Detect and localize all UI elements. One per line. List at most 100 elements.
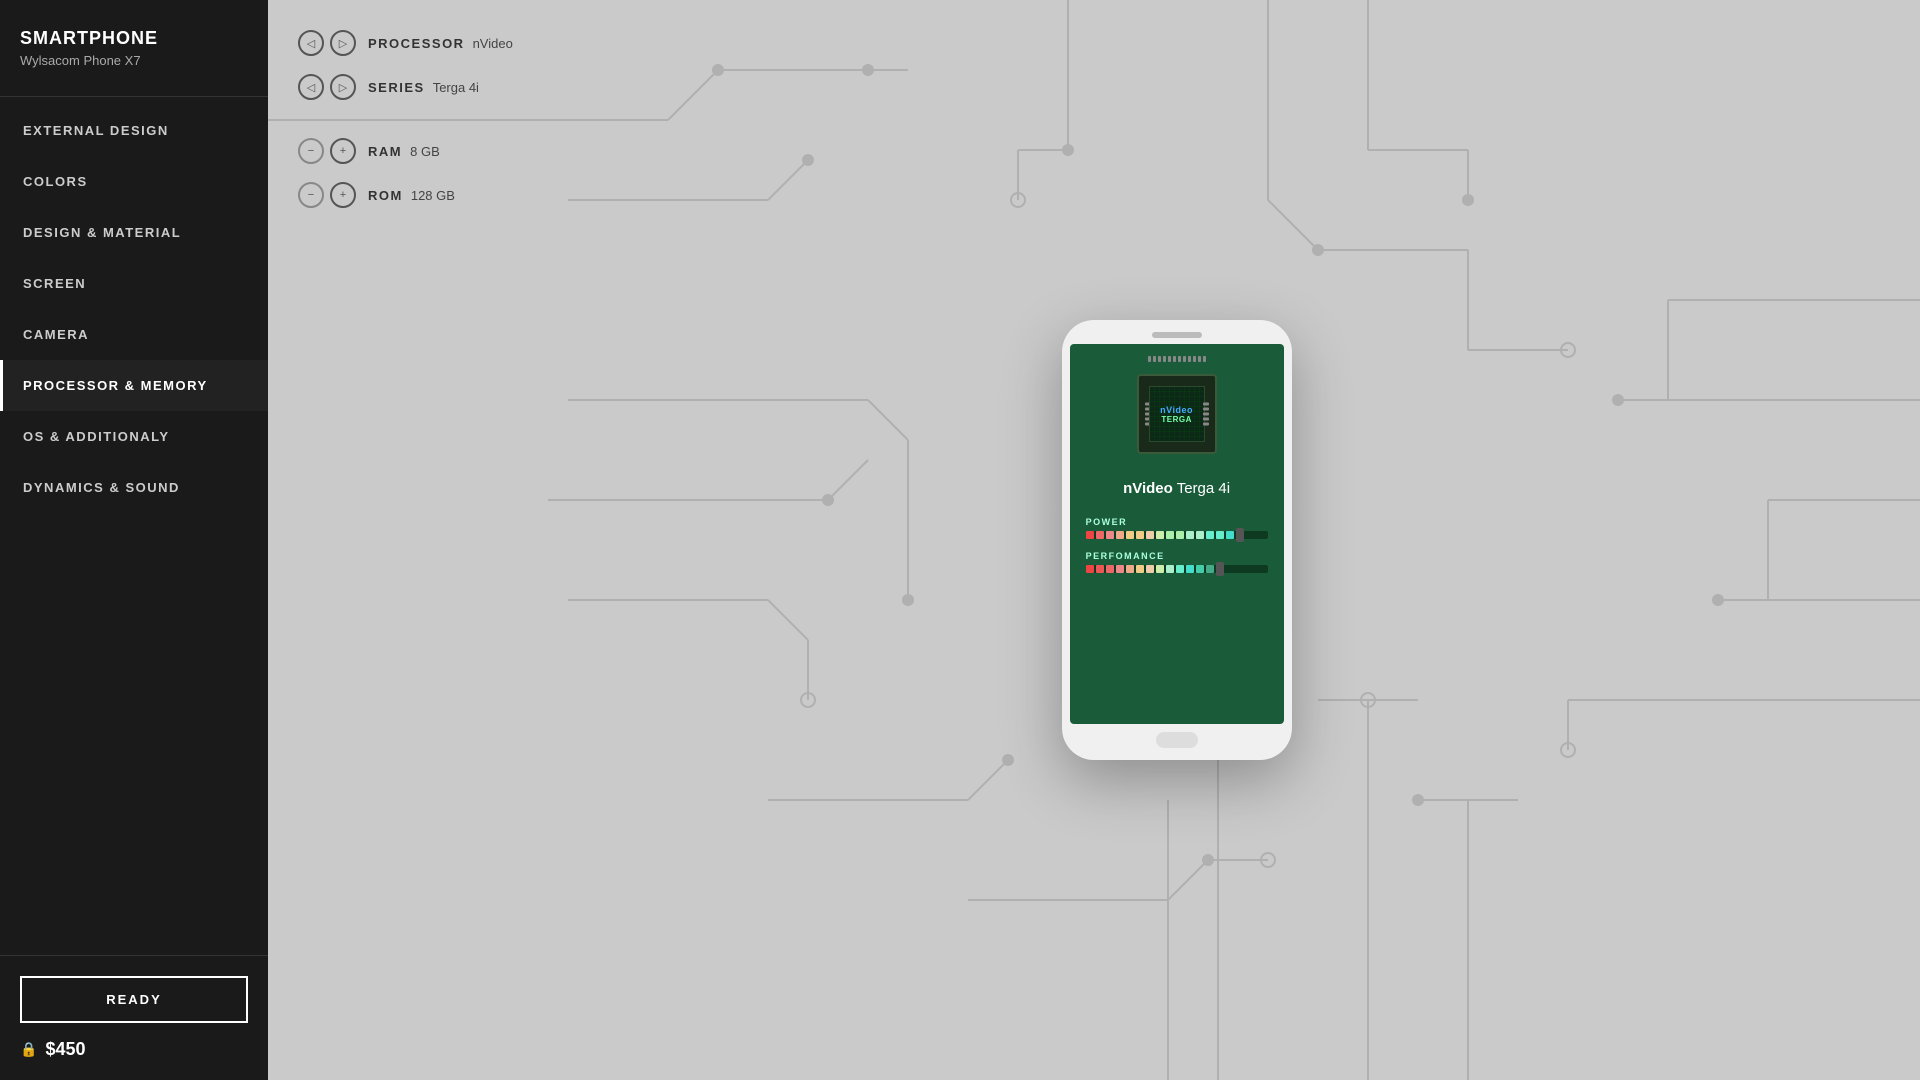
sidebar-item-camera[interactable]: CAMERA (0, 309, 268, 360)
performance-bar-handle (1216, 562, 1224, 576)
power-segment (1226, 531, 1234, 539)
phone-speaker (1152, 332, 1202, 338)
power-segment (1146, 531, 1154, 539)
performance-label: PERFOMANCE (1086, 551, 1268, 561)
perf-segment (1126, 565, 1134, 573)
processor-next-button[interactable]: ▷ (330, 30, 356, 56)
processor-row: ◁ ▷ PROCESSOR nVideo (298, 30, 513, 56)
price-display: 🔒 $450 (20, 1039, 248, 1060)
power-segment (1086, 531, 1094, 539)
ram-decrease-button[interactable]: − (298, 138, 324, 164)
ready-button[interactable]: READY (20, 976, 248, 1023)
ram-increase-button[interactable]: + (330, 138, 356, 164)
series-next-button[interactable]: ▷ (330, 74, 356, 100)
power-segment (1156, 531, 1164, 539)
rom-decrease-button[interactable]: − (298, 182, 324, 208)
power-stat: POWER (1086, 517, 1268, 539)
ram-value: 8 GB (410, 144, 440, 159)
sidebar-header: SMARTPHONE Wylsacom Phone X7 (0, 0, 268, 97)
power-bar-fill (1086, 531, 1234, 539)
perf-segment (1146, 565, 1154, 573)
phone-bottom-bezel (1070, 732, 1284, 748)
phone-mockup-container: nVideo TERGA nVideo Terga 4i (1062, 320, 1292, 760)
chip-visual: nVideo TERGA (1127, 364, 1227, 464)
series-label: SERIES (368, 80, 425, 95)
phone-screen: nVideo TERGA nVideo Terga 4i (1070, 344, 1284, 724)
processor-label: PROCESSOR (368, 36, 465, 51)
perf-segment (1096, 565, 1104, 573)
price-icon: 🔒 (20, 1041, 37, 1058)
spec-controls-panel: ◁ ▷ PROCESSOR nVideo ◁ ▷ SERIES Terga 4i… (298, 30, 513, 226)
sidebar-item-external-design[interactable]: EXTERNAL DESIGN (0, 105, 268, 156)
processor-display-name: nVideo Terga 4i (1123, 480, 1230, 497)
power-segment (1116, 531, 1124, 539)
perf-segment (1136, 565, 1144, 573)
power-segment (1216, 531, 1224, 539)
perf-segment (1156, 565, 1164, 573)
sidebar-footer: READY 🔒 $450 (0, 955, 268, 1080)
main-area: ◁ ▷ PROCESSOR nVideo ◁ ▷ SERIES Terga 4i… (268, 0, 1920, 1080)
power-segment (1106, 531, 1114, 539)
chip-brand-text: nVideo (1160, 405, 1193, 415)
perf-segment (1116, 565, 1124, 573)
perf-segment (1186, 565, 1194, 573)
processor-brand-bold: nVideo (1123, 480, 1173, 497)
ram-controls: − + (298, 138, 356, 164)
sidebar-item-dynamics-sound[interactable]: DYNAMICS & SOUND (0, 462, 268, 513)
series-row: ◁ ▷ SERIES Terga 4i (298, 74, 513, 100)
power-segment (1166, 531, 1174, 539)
phone-mockup: nVideo TERGA nVideo Terga 4i (1062, 320, 1292, 760)
price-value: $450 (45, 1039, 85, 1060)
sidebar: SMARTPHONE Wylsacom Phone X7 EXTERNAL DE… (0, 0, 268, 1080)
perf-segment (1196, 565, 1204, 573)
performance-stat: PERFOMANCE (1086, 551, 1268, 573)
rom-label: ROM (368, 188, 403, 203)
processor-model-light: Terga 4i (1177, 480, 1230, 497)
ram-label: RAM (368, 144, 402, 159)
rom-value: 128 GB (411, 188, 455, 203)
power-segment (1176, 531, 1184, 539)
chip-right-pins (1203, 403, 1209, 426)
perf-segment (1176, 565, 1184, 573)
rom-increase-button[interactable]: + (330, 182, 356, 208)
sidebar-item-design-material[interactable]: DESIGN & MATERIAL (0, 207, 268, 258)
series-value: Terga 4i (433, 80, 479, 95)
sidebar-item-os-additionaly[interactable]: OS & ADDITIONALY (0, 411, 268, 462)
processor-prev-button[interactable]: ◁ (298, 30, 324, 56)
power-bar-handle (1236, 528, 1244, 542)
chip-label: nVideo TERGA (1160, 405, 1193, 424)
sidebar-item-screen[interactable]: SCREEN (0, 258, 268, 309)
chip-inner: nVideo TERGA (1149, 386, 1205, 442)
chip-body: nVideo TERGA (1137, 374, 1217, 454)
sidebar-item-colors[interactable]: COLORS (0, 156, 268, 207)
performance-bar (1086, 565, 1268, 573)
processor-controls: ◁ ▷ (298, 30, 356, 56)
processor-spec-group: ◁ ▷ PROCESSOR nVideo ◁ ▷ SERIES Terga 4i (298, 30, 513, 100)
ram-row: − + RAM 8 GB (298, 138, 513, 164)
power-segment (1096, 531, 1104, 539)
power-segment (1186, 531, 1194, 539)
power-segment (1126, 531, 1134, 539)
series-prev-button[interactable]: ◁ (298, 74, 324, 100)
perf-segment (1206, 565, 1214, 573)
power-bar (1086, 531, 1268, 539)
app-subtitle: Wylsacom Phone X7 (20, 53, 248, 68)
chip-model-text: TERGA (1160, 415, 1193, 424)
perf-segment (1166, 565, 1174, 573)
performance-bar-fill (1086, 565, 1214, 573)
phone-home-button (1156, 732, 1198, 748)
rom-controls: − + (298, 182, 356, 208)
app-title: SMARTPHONE (20, 28, 248, 49)
power-segment (1206, 531, 1214, 539)
memory-spec-group: − + RAM 8 GB − + ROM 128 GB (298, 138, 513, 208)
sidebar-nav: EXTERNAL DESIGNCOLORSDESIGN & MATERIALSC… (0, 105, 268, 955)
power-label: POWER (1086, 517, 1268, 527)
perf-segment (1086, 565, 1094, 573)
perf-segment (1106, 565, 1114, 573)
phone-top-bezel (1070, 332, 1284, 338)
power-segment (1136, 531, 1144, 539)
processor-value: nVideo (473, 36, 513, 51)
rom-row: − + ROM 128 GB (298, 182, 513, 208)
series-controls: ◁ ▷ (298, 74, 356, 100)
sidebar-item-processor-memory[interactable]: PROCESSOR & MEMORY (0, 360, 268, 411)
